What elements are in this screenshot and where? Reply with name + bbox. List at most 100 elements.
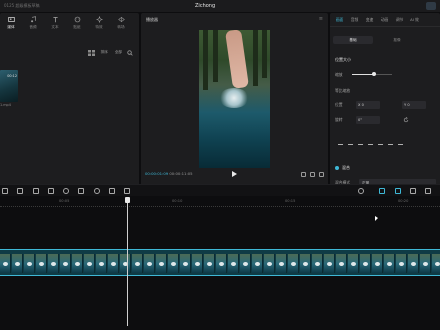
clip-frame (120, 254, 131, 273)
tab-effects[interactable]: 特效 (88, 14, 110, 35)
blend-checkbox[interactable] (335, 166, 339, 170)
auto-snap-icon[interactable] (395, 188, 401, 194)
align-bottom-icon[interactable] (388, 144, 393, 148)
clip-frame (240, 254, 251, 273)
export-button[interactable] (426, 2, 436, 10)
tree-shape (203, 30, 208, 90)
undo-icon[interactable] (17, 188, 23, 194)
clip-frame (48, 254, 59, 273)
clip-frame (336, 254, 347, 273)
tab-video[interactable]: 画面 (332, 17, 347, 23)
rotation-field[interactable]: 0° (356, 116, 380, 124)
align-left-icon[interactable] (338, 144, 343, 148)
microphone-icon[interactable] (358, 188, 364, 194)
tab-speed[interactable]: 变速 (362, 17, 377, 23)
main-track-magnet-icon[interactable] (379, 188, 385, 194)
total-time: 00:00:11:05 (169, 171, 193, 176)
video-preview[interactable] (199, 30, 270, 168)
rotate-clip-icon[interactable] (94, 188, 100, 194)
align-center-v-icon[interactable] (378, 144, 383, 148)
alignment-buttons (338, 144, 403, 148)
fullscreen-icon[interactable] (319, 172, 324, 177)
tab-animation[interactable]: 动画 (377, 17, 392, 23)
frame-highlight (75, 262, 80, 266)
clip-frame (72, 254, 83, 273)
link-icon[interactable] (410, 188, 416, 194)
player-timecode: 00:00:01:09 00:00:11:05 (145, 171, 193, 176)
crop-icon[interactable] (109, 188, 115, 194)
frame-highlight (99, 262, 104, 266)
tab-ai-effects[interactable]: AI 效 (407, 17, 422, 23)
clip-frame (192, 254, 203, 273)
clip-frame (324, 254, 335, 273)
align-center-h-icon[interactable] (348, 144, 353, 148)
align-top-icon[interactable] (368, 144, 373, 148)
clip-frame (84, 254, 95, 273)
frame-highlight (351, 262, 356, 266)
position-x-field[interactable]: X 0 (356, 101, 380, 109)
playhead-handle[interactable] (125, 197, 130, 203)
view-grid-icon[interactable] (87, 49, 96, 56)
search-icon[interactable] (127, 49, 133, 56)
clip-frame (0, 254, 11, 273)
frame-highlight (159, 262, 164, 266)
tab-audio[interactable]: 音频 (347, 17, 362, 23)
freeze-icon[interactable] (63, 188, 69, 194)
tab-sticker[interactable]: 贴纸 (66, 14, 88, 35)
media-icon (7, 17, 15, 22)
ruler-line (0, 206, 440, 207)
fit-icon[interactable] (301, 172, 306, 177)
play-icon[interactable] (232, 171, 237, 177)
select-icon[interactable] (2, 188, 8, 194)
playhead[interactable] (127, 198, 128, 326)
align-fill-icon[interactable] (398, 144, 403, 148)
inspector-tabs: 画面 音频 变速 动画 调节 AI 效 (330, 13, 440, 27)
frame-highlight (291, 262, 296, 266)
scale-slider-knob[interactable] (372, 72, 376, 76)
frame-highlight (87, 262, 92, 266)
hand-shape (225, 30, 249, 89)
frame-highlight (327, 262, 332, 266)
clip-frame (264, 254, 275, 273)
scale-slider[interactable] (352, 72, 392, 76)
subtab-basic[interactable]: 基础 (333, 36, 373, 44)
clip-frame (396, 254, 407, 273)
video-track-clip[interactable] (0, 249, 440, 276)
tab-media[interactable]: 媒体 (0, 14, 22, 35)
transition-icon (117, 16, 125, 23)
clip-frame (204, 254, 215, 273)
position-label: 位置 (335, 102, 343, 107)
tab-text[interactable]: 文本 (44, 14, 66, 35)
mirror-icon[interactable] (78, 188, 84, 194)
sort-button[interactable]: 排序 (99, 49, 110, 56)
scale-clip-icon[interactable] (124, 188, 130, 194)
frame-highlight (39, 262, 44, 266)
menu-icon[interactable]: ≡ (319, 16, 323, 22)
timeline-ruler[interactable]: 00:05 00:10 00:15 00:20 (0, 198, 440, 208)
tab-label: 转场 (117, 25, 125, 29)
split-icon[interactable] (33, 188, 39, 194)
media-panel: 媒体 音频 文本 贴纸 特效 转场 排序 全部 00:12 1.mp4 (0, 13, 139, 196)
frame-highlight (387, 262, 392, 266)
subtab-matting[interactable]: 抠像 (377, 36, 417, 44)
mouse-cursor (375, 216, 378, 221)
position-y-field[interactable]: Y 0 (402, 101, 426, 109)
effects-icon (95, 16, 103, 23)
align-right-icon[interactable] (358, 144, 363, 148)
ratio-icon[interactable] (310, 172, 315, 177)
frame-highlight (135, 262, 140, 266)
preview-axis-icon[interactable] (425, 188, 431, 194)
tab-transition[interactable]: 转场 (110, 14, 132, 35)
frame-highlight (315, 262, 320, 266)
frame-highlight (303, 262, 308, 266)
media-clip-thumbnail[interactable]: 00:12 (0, 70, 18, 102)
delete-icon[interactable] (48, 188, 54, 194)
tab-adjust[interactable]: 调节 (392, 17, 407, 23)
project-name: 0125 超级模板草稿 (4, 3, 40, 8)
rotate-icon[interactable] (403, 117, 409, 123)
player-title: 播放器 (146, 17, 158, 22)
clip-frame (24, 254, 35, 273)
clip-frame (252, 254, 263, 273)
tab-audio[interactable]: 音频 (22, 14, 44, 35)
filter-button[interactable]: 全部 (113, 49, 124, 56)
